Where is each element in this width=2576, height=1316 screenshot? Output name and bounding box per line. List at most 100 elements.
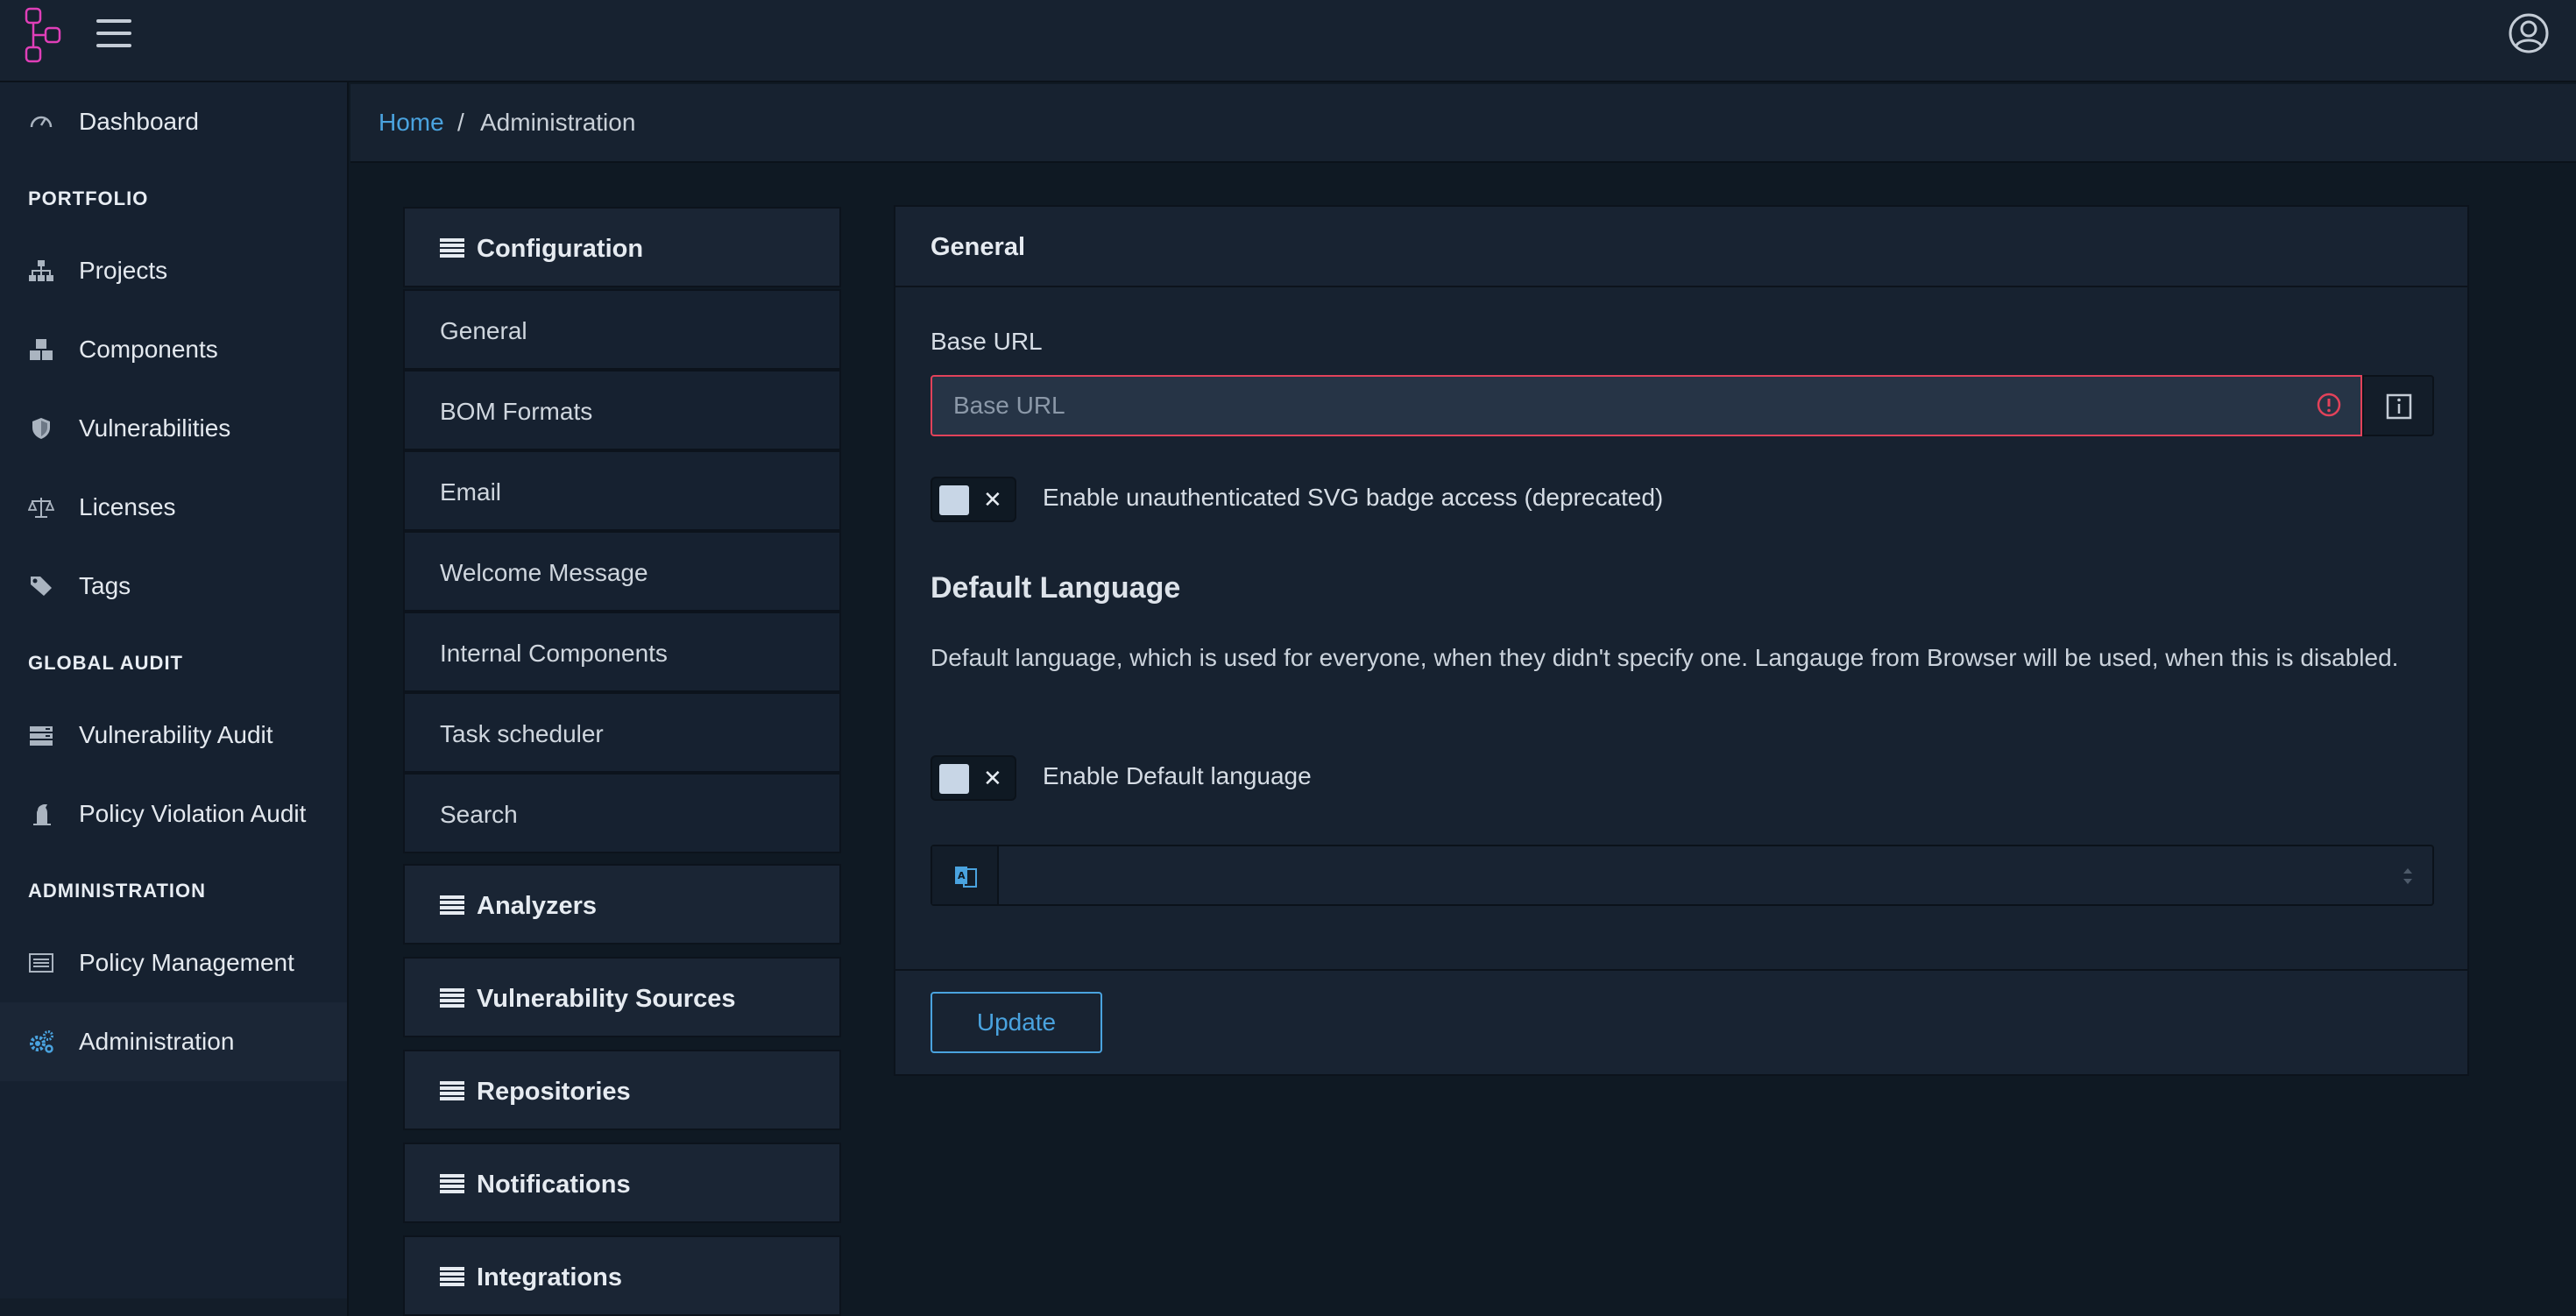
sidebar-item-policy-violation-audit[interactable]: Policy Violation Audit [0, 775, 347, 853]
sitemap-icon [29, 260, 53, 281]
list-icon [440, 988, 464, 1008]
language-select[interactable]: A [931, 845, 2434, 906]
list-icon [440, 1081, 464, 1100]
base-url-input[interactable] [931, 375, 2362, 436]
menu-item-label: BOM Formats [440, 398, 593, 425]
toggle-knob [939, 764, 969, 794]
svg-text:A: A [958, 870, 966, 881]
menu-header-integrations[interactable]: Integrations [403, 1235, 841, 1316]
menu-header-repositories[interactable]: Repositories [403, 1050, 841, 1130]
app-logo-icon[interactable] [25, 7, 63, 63]
menu-item-email[interactable]: Email [403, 450, 841, 531]
sidebar-item-label: Licenses [79, 493, 176, 520]
update-button[interactable]: Update [931, 992, 1102, 1053]
sidebar-item-label: Policy Management [79, 949, 294, 976]
toggle-knob [939, 485, 969, 515]
base-url-label: Base URL [931, 328, 1043, 355]
fire-extinguisher-icon [33, 804, 51, 825]
menu-header-vulnerability-sources[interactable]: Vulnerability Sources [403, 957, 841, 1037]
sidebar: Dashboard PORTFOLIO Projects Components … [0, 82, 349, 1316]
toggle-off-icon: ✕ [983, 486, 1002, 513]
shield-icon [32, 418, 50, 439]
sidebar-item-vulnerabilities[interactable]: Vulnerabilities [0, 389, 347, 468]
menu-item-label: Email [440, 478, 502, 506]
sidebar-item-components[interactable]: Components [0, 310, 347, 389]
list-icon [440, 1174, 464, 1193]
sidebar-item-administration[interactable]: Administration [0, 1002, 347, 1081]
base-url-info-button[interactable] [2362, 375, 2434, 436]
svg-badge-toggle-label: Enable unauthenticated SVG badge access … [1043, 484, 1664, 511]
menu-item-label: Internal Components [440, 640, 668, 667]
cogs-icon [30, 1030, 53, 1053]
top-navbar [0, 0, 2576, 82]
speedometer-icon [30, 116, 53, 128]
menu-item-label: Search [440, 801, 518, 828]
list-alt-icon [29, 953, 53, 973]
breadcrumb-separator: / [457, 109, 464, 136]
menu-header-label: Configuration [477, 235, 644, 263]
server-icon [30, 726, 53, 746]
sidebar-item-label: Vulnerability Audit [79, 721, 273, 748]
menu-item-search[interactable]: Search [403, 773, 841, 853]
menu-header-label: Vulnerability Sources [477, 985, 736, 1013]
default-language-toggle[interactable]: ✕ [931, 755, 1016, 801]
default-language-description: Default language, which is used for ever… [931, 644, 2399, 671]
sidebar-item-licenses[interactable]: Licenses [0, 468, 347, 547]
user-circle-icon[interactable] [2508, 12, 2550, 54]
sidebar-footer [0, 1298, 347, 1316]
toggle-off-icon: ✕ [983, 765, 1002, 791]
sidebar-item-projects[interactable]: Projects [0, 231, 347, 310]
menu-header-label: Analyzers [477, 892, 598, 920]
menu-header-analyzers[interactable]: Analyzers [403, 864, 841, 945]
default-language-title: Default Language [931, 571, 1181, 605]
cubes-icon [30, 339, 53, 360]
breadcrumb: Home / Administration [350, 84, 2576, 163]
language-select-addon: A [932, 846, 999, 904]
select-caret-icon [2403, 868, 2412, 884]
sidebar-item-label: Dashboard [79, 108, 199, 135]
balance-scale-icon [28, 498, 54, 518]
sidebar-item-label: Policy Violation Audit [79, 800, 307, 827]
svg-badge-toggle[interactable]: ✕ [931, 477, 1016, 522]
list-icon [440, 1267, 464, 1286]
sidebar-item-vulnerability-audit[interactable]: Vulnerability Audit [0, 696, 347, 775]
menu-item-welcome-message[interactable]: Welcome Message [403, 531, 841, 612]
menu-header-label: Repositories [477, 1078, 631, 1106]
menu-header-notifications[interactable]: Notifications [403, 1143, 841, 1223]
menu-item-label: Welcome Message [440, 559, 648, 586]
menu-item-bom-formats[interactable]: BOM Formats [403, 370, 841, 450]
language-icon: A [955, 867, 977, 888]
breadcrumb-home-link[interactable]: Home [379, 109, 444, 137]
list-icon [440, 238, 464, 258]
sidebar-item-label: Projects [79, 257, 168, 284]
general-settings-card: General Base URL ✕ Enable unauthenticate… [894, 205, 2469, 1076]
error-icon [2317, 393, 2341, 417]
menu-item-task-scheduler[interactable]: Task scheduler [403, 692, 841, 773]
hamburger-icon[interactable] [96, 19, 131, 51]
menu-header-configuration[interactable]: Configuration [403, 207, 841, 287]
breadcrumb-current: Administration [480, 109, 636, 136]
info-icon [2386, 393, 2412, 420]
sidebar-item-tags[interactable]: Tags [0, 547, 347, 626]
menu-header-label: Notifications [477, 1171, 631, 1199]
card-header: General [895, 207, 2467, 287]
list-icon [440, 895, 464, 915]
sidebar-item-dashboard[interactable]: Dashboard [0, 82, 347, 161]
menu-item-label: General [440, 317, 527, 344]
menu-item-general[interactable]: General [403, 289, 841, 370]
menu-item-internal-components[interactable]: Internal Components [403, 612, 841, 692]
sidebar-item-label: Tags [79, 572, 131, 599]
sidebar-section-global-audit: GLOBAL AUDIT [28, 652, 183, 674]
card-title: General [931, 233, 1025, 261]
sidebar-item-policy-management[interactable]: Policy Management [0, 923, 347, 1002]
sidebar-section-administration: ADMINISTRATION [28, 880, 207, 902]
card-footer: Update [895, 969, 2467, 1074]
sidebar-item-label: Administration [79, 1028, 235, 1055]
tag-icon [31, 577, 52, 596]
sidebar-section-portfolio: PORTFOLIO [28, 187, 149, 209]
default-language-toggle-label: Enable Default language [1043, 762, 1312, 789]
menu-item-label: Task scheduler [440, 720, 604, 747]
sidebar-item-label: Components [79, 336, 218, 363]
sidebar-item-label: Vulnerabilities [79, 414, 231, 442]
menu-header-label: Integrations [477, 1263, 622, 1291]
